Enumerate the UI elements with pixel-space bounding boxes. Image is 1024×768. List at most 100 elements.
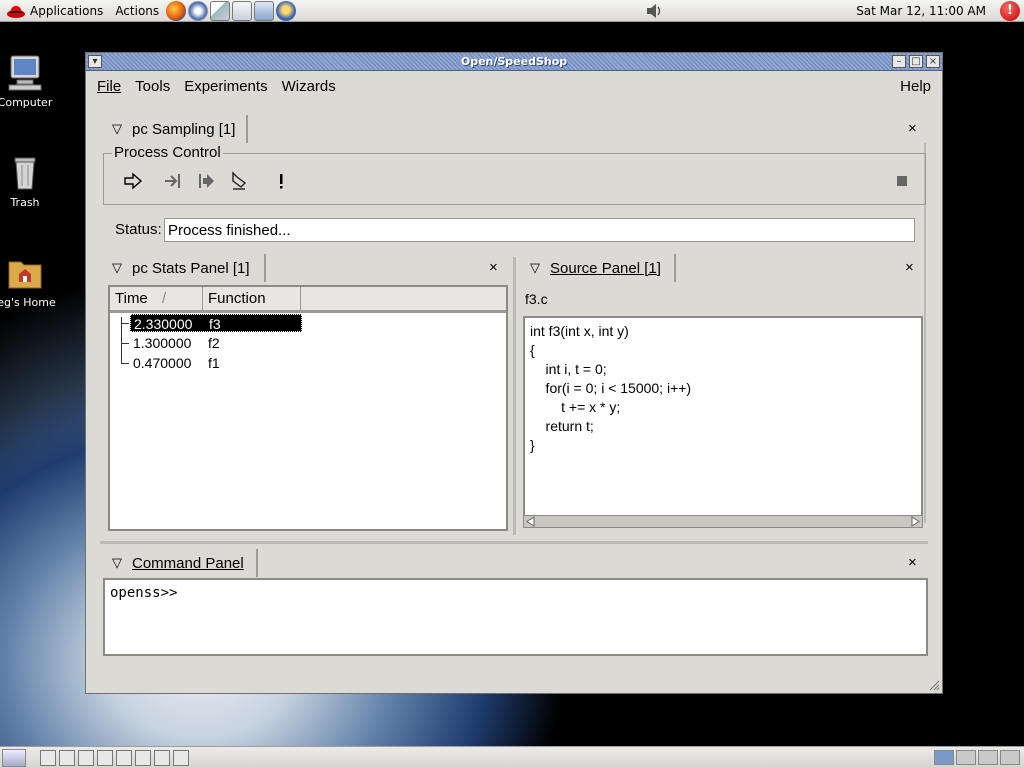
show-desktop-button[interactable] xyxy=(2,748,26,767)
scroll-right-icon[interactable] xyxy=(910,516,921,527)
home-folder-icon xyxy=(8,261,42,289)
run-icon[interactable] xyxy=(122,170,144,192)
tab-source-label: Source Panel [1] xyxy=(550,259,661,277)
tree-connector xyxy=(121,363,129,364)
row-function: f2 xyxy=(208,335,220,351)
row-time: 1.300000 xyxy=(133,335,192,351)
collapse-triangle-icon[interactable]: ▽ xyxy=(112,121,122,137)
row-time: 0.470000 xyxy=(133,355,192,371)
process-control-group: Process Control xyxy=(103,144,926,205)
column-header-function[interactable]: Function xyxy=(203,287,301,311)
column-time-label: Time xyxy=(115,290,148,307)
scroll-left-icon[interactable] xyxy=(525,516,536,527)
close-stats-panel-icon[interactable]: × xyxy=(489,259,498,276)
top-panel: Applications Actions Sat Mar 12, 11:00 A… xyxy=(0,0,1024,22)
process-control-label: Process Control xyxy=(112,144,223,161)
source-file-name: f3.c xyxy=(525,291,548,307)
taskbar-window-button[interactable] xyxy=(59,749,75,766)
header-separator xyxy=(110,311,506,313)
update-alert-icon[interactable]: ! xyxy=(1000,1,1020,21)
trash-desktop-icon[interactable]: Trash xyxy=(0,152,60,209)
home-desktop-icon[interactable]: jeg's Home xyxy=(0,252,60,309)
menu-help[interactable]: Help xyxy=(893,78,938,95)
clock[interactable]: Sat Mar 12, 11:00 AM xyxy=(856,4,986,18)
close-source-panel-icon[interactable]: × xyxy=(905,259,914,276)
print-icon[interactable] xyxy=(276,0,297,21)
source-view[interactable]: int f3(int x, int y) { int i, t = 0; for… xyxy=(523,316,923,528)
column-function-label: Function xyxy=(208,290,266,307)
panel-splitter[interactable] xyxy=(513,257,516,535)
calc-icon[interactable] xyxy=(254,0,275,21)
tab-source-panel[interactable]: ▽ Source Panel [1] xyxy=(530,254,676,282)
table-row[interactable]: 1.300000 f2 xyxy=(130,334,302,352)
taskbar-window-button[interactable] xyxy=(40,749,56,766)
titlebar[interactable]: ▾ Open/SpeedShop – □ × xyxy=(86,53,942,71)
computer-icon xyxy=(8,55,42,91)
table-row[interactable]: 2.330000 f3 xyxy=(130,314,302,332)
firefox-icon[interactable] xyxy=(166,0,187,21)
update-icon[interactable] xyxy=(195,170,217,192)
interrupt-icon[interactable] xyxy=(228,170,250,192)
exclamation-icon[interactable] xyxy=(270,170,292,192)
workspace-2[interactable] xyxy=(956,750,976,765)
code-line: { xyxy=(530,342,535,358)
applications-menu[interactable]: Applications xyxy=(0,0,109,22)
menubar: File Tools Experiments Wizards Help xyxy=(90,73,938,99)
code-line: t += x * y; xyxy=(530,399,621,415)
code-line: } xyxy=(530,437,535,453)
taskbar-window-button[interactable] xyxy=(154,749,170,766)
command-console[interactable]: openss>> xyxy=(103,578,928,656)
writer-icon[interactable] xyxy=(210,0,231,21)
tab-pc-sampling[interactable]: ▽ pc Sampling [1] xyxy=(112,115,248,143)
sort-indicator: / xyxy=(162,290,167,307)
tree-connector xyxy=(121,323,129,324)
code-line: return t; xyxy=(530,418,594,434)
menu-experiments[interactable]: Experiments xyxy=(177,78,274,95)
column-header-time[interactable]: Time / xyxy=(110,287,203,311)
taskbar-window-button[interactable] xyxy=(78,749,94,766)
collapse-triangle-icon[interactable]: ▽ xyxy=(112,260,122,276)
code-line: for(i = 0; i < 15000; i++) xyxy=(530,380,692,396)
actions-menu[interactable]: Actions xyxy=(109,0,165,22)
computer-desktop-icon[interactable]: Computer xyxy=(0,52,60,109)
code-line: int f3(int x, int y) xyxy=(530,323,629,339)
horizontal-scrollbar[interactable] xyxy=(523,515,923,528)
tab-pc-stats-panel[interactable]: ▽ pc Stats Panel [1] xyxy=(112,254,266,282)
horizontal-splitter[interactable] xyxy=(100,541,928,544)
trash-label: Trash xyxy=(10,196,40,209)
close-button[interactable]: × xyxy=(926,55,940,68)
menu-file[interactable]: File xyxy=(90,78,128,95)
maximize-button[interactable]: □ xyxy=(909,55,923,68)
taskbar-window-button[interactable] xyxy=(135,749,151,766)
evolution-icon[interactable] xyxy=(188,0,209,21)
table-row[interactable]: 0.470000 f1 xyxy=(130,354,302,372)
collapse-triangle-icon[interactable]: ▽ xyxy=(530,260,540,276)
close-command-panel-icon[interactable]: × xyxy=(908,554,917,571)
collapse-triangle-icon[interactable]: ▽ xyxy=(112,555,122,571)
taskbar-window-button[interactable] xyxy=(173,749,189,766)
status-field: Process finished... xyxy=(164,218,915,242)
volume-icon[interactable] xyxy=(644,2,664,20)
resize-grip-icon[interactable] xyxy=(928,679,940,691)
applications-menu-label: Applications xyxy=(30,3,104,18)
tab-pc-stats-label: pc Stats Panel [1] xyxy=(132,259,250,277)
taskbar-window-button[interactable] xyxy=(116,749,132,766)
continue-icon[interactable] xyxy=(162,170,184,192)
menu-tools[interactable]: Tools xyxy=(128,78,177,95)
home-label: jeg's Home xyxy=(0,296,56,309)
menu-wizards[interactable]: Wizards xyxy=(275,78,343,95)
tree-connector xyxy=(121,343,129,344)
impress-icon[interactable] xyxy=(232,0,253,21)
tab-command-panel[interactable]: ▽ Command Panel xyxy=(112,549,258,577)
stats-list[interactable]: Time / Function 2.330000 f3 1.300000 f2 … xyxy=(108,285,508,531)
code-line: int i, t = 0; xyxy=(530,361,607,377)
terminate-icon[interactable] xyxy=(891,170,913,192)
bottom-panel xyxy=(0,746,1024,768)
workspace-3[interactable] xyxy=(978,750,998,765)
trash-icon xyxy=(14,157,36,190)
workspace-1[interactable] xyxy=(934,750,954,765)
workspace-4[interactable] xyxy=(1000,750,1020,765)
minimize-button[interactable]: – xyxy=(892,55,906,68)
close-pc-sampling-icon[interactable]: × xyxy=(908,120,917,137)
taskbar-window-button[interactable] xyxy=(97,749,113,766)
